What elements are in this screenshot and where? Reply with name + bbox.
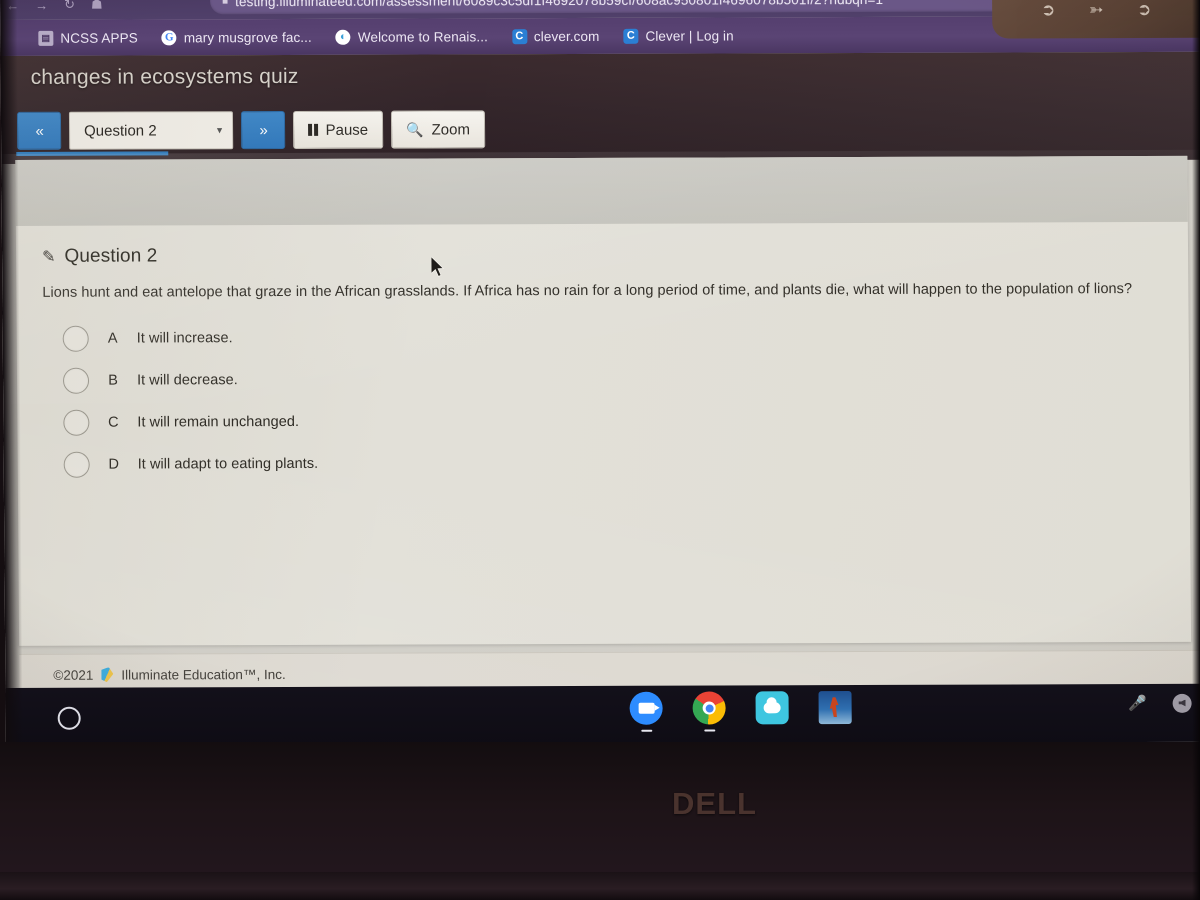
chrome-app-icon[interactable] [692, 691, 726, 732]
answer-choice-c[interactable]: C It will remain unchanged. [43, 397, 1175, 443]
radio-button[interactable] [63, 409, 90, 436]
back-icon[interactable]: ← [6, 0, 19, 12]
laptop-photo: ← → ↻ ☗ ■ testing.illuminateed.com/asses… [0, 0, 1200, 900]
renaissance-icon: ◐ [335, 29, 351, 45]
cursor-share-icon[interactable]: ➳ [1085, 0, 1107, 21]
clever-icon: C [623, 28, 639, 44]
rewind-icon: « [35, 122, 43, 140]
answer-choice-d[interactable]: D It will adapt to eating plants. [44, 439, 1176, 485]
bookmark-mary-musgrove[interactable]: G mary musgrove fac... [150, 24, 324, 51]
question-select[interactable]: Question 2 ▼ [68, 111, 234, 150]
choice-letter: C [108, 414, 119, 431]
choice-text: It will decrease. [136, 371, 238, 389]
volume-icon[interactable] [1172, 693, 1192, 713]
bookmark-clever-login[interactable]: C Clever | Log in [611, 22, 746, 48]
folder-icon: ▤ [38, 30, 54, 46]
zoom-app-icon[interactable] [629, 691, 663, 732]
choice-text: It will remain unchanged. [137, 413, 300, 431]
cursor-extension-icon[interactable]: ➲ [1133, 0, 1155, 21]
radio-button[interactable] [62, 325, 89, 352]
choice-letter: B [108, 372, 118, 389]
answer-choice-b[interactable]: B It will decrease. [43, 355, 1175, 401]
company-name: Illuminate Education™, Inc. [121, 666, 286, 683]
chromeos-shelf [5, 683, 1200, 746]
choice-letter: D [108, 456, 119, 473]
bookmark-label: Clever | Log in [645, 27, 734, 44]
question-heading: ✎ Question 2 [42, 242, 1174, 268]
question-card-header [15, 155, 1188, 226]
person-glyph [830, 697, 839, 717]
browser-nav-buttons: ← → ↻ ☗ [6, 0, 103, 16]
launcher-circle-icon[interactable] [57, 706, 81, 730]
question-heading-label: Question 2 [64, 245, 158, 267]
mouse-cursor [431, 256, 445, 278]
browser-extensions-area: ➲ ➳ ➲ [991, 0, 1200, 39]
reload-icon[interactable]: ↻ [64, 0, 75, 13]
assessment-toolbar: « Question 2 ▼ » Pause 🔍 Zoom [16, 110, 486, 150]
video-camera-icon [638, 702, 655, 714]
bookmark-label: mary musgrove fac... [183, 29, 312, 45]
bookmark-label: clever.com [533, 28, 600, 44]
fast-forward-icon: » [259, 121, 267, 139]
cloud-app-icon[interactable] [755, 691, 789, 725]
device-right-edge [1192, 0, 1200, 900]
address-bar[interactable]: ■ testing.illuminateed.com/assessment/60… [209, 0, 1023, 15]
pause-icon [308, 123, 318, 136]
chevron-down-icon: ▼ [215, 125, 225, 136]
previous-question-button[interactable]: « [16, 111, 62, 150]
pause-button-label: Pause [325, 121, 369, 139]
question-card-body: ✎ Question 2 Lions hunt and eat antelope… [42, 226, 1177, 646]
next-question-button[interactable]: » [240, 111, 286, 150]
zoom-button[interactable]: 🔍 Zoom [390, 110, 486, 149]
illuminate-logo-icon [101, 667, 113, 682]
choice-letter: A [107, 330, 118, 347]
app-running-indicator [640, 729, 652, 732]
address-bar-url: testing.illuminateed.com/assessment/6089… [235, 0, 884, 9]
choice-text: It will increase. [136, 329, 233, 347]
choice-text: It will adapt to eating plants. [137, 455, 319, 473]
quiz-progress-fill [16, 151, 169, 156]
question-select-value: Question 2 [84, 121, 157, 140]
home-icon[interactable]: ☗ [91, 0, 103, 13]
magnifier-icon: 🔍 [406, 121, 424, 138]
bookmark-ncss-apps[interactable]: ▤ NCSS APPS [26, 24, 150, 50]
answer-choices: A It will increase. B It will decrease. … [43, 313, 1176, 485]
google-icon: G [161, 29, 177, 45]
app-running-indicator [703, 729, 715, 732]
radio-button[interactable] [62, 367, 90, 394]
laptop-screen: ← → ↻ ☗ ■ testing.illuminateed.com/asses… [0, 0, 1200, 746]
microphone-icon[interactable]: 🎤 [1127, 692, 1149, 714]
forward-icon[interactable]: → [35, 0, 48, 12]
question-card: ✎ Question 2 Lions hunt and eat antelope… [15, 155, 1192, 646]
chrome-glyph [702, 701, 716, 715]
question-text: Lions hunt and eat antelope that graze i… [42, 281, 1133, 301]
zoom-button-label: Zoom [431, 120, 470, 138]
device-bottom-edge [0, 872, 1200, 900]
answer-choice-a[interactable]: A It will increase. [43, 313, 1175, 359]
bookmark-clever-com[interactable]: C clever.com [500, 23, 612, 49]
dell-brand-logo: DELL [672, 786, 757, 821]
copyright-text: ©2021 [53, 667, 94, 683]
clever-icon: C [511, 28, 527, 44]
pencil-icon: ✎ [42, 248, 56, 266]
bookmark-label: Welcome to Renais... [357, 28, 488, 45]
page-title: changes in ecosystems quiz [30, 64, 299, 89]
page-info-icon[interactable]: ■ [222, 0, 228, 7]
radio-button[interactable] [63, 451, 90, 478]
bookmark-label: NCSS APPS [60, 30, 138, 46]
pause-button[interactable]: Pause [292, 110, 384, 149]
cursor-extension-icon[interactable]: ➲ [1037, 0, 1059, 21]
cloud-glyph [763, 702, 781, 714]
shelf-app-icons [629, 691, 852, 732]
shelf-status-tray[interactable]: 🎤 [1127, 692, 1192, 714]
bookmark-welcome-renaissance[interactable]: ◐ Welcome to Renais... [324, 23, 500, 50]
photo-app-icon[interactable] [818, 691, 852, 725]
